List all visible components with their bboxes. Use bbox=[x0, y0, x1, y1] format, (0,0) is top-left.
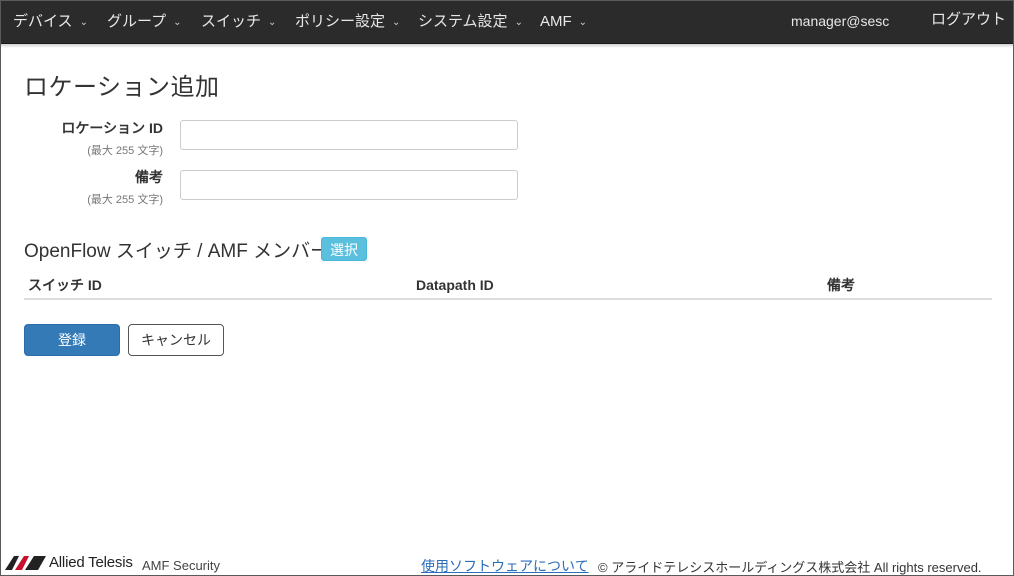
remarks-input[interactable] bbox=[180, 170, 518, 200]
nav-menu-amf[interactable]: AMF ⌄ bbox=[540, 1, 587, 44]
current-user: manager@sesc bbox=[791, 13, 890, 29]
register-button[interactable]: 登録 bbox=[24, 324, 120, 356]
chevron-down-icon: ⌄ bbox=[514, 17, 523, 28]
select-members-button[interactable]: 選択 bbox=[321, 237, 367, 261]
chevron-down-icon: ⌄ bbox=[578, 17, 588, 28]
remarks-label-text: 備考 bbox=[135, 169, 163, 185]
brand-name: Allied Telesis bbox=[49, 554, 133, 571]
column-header-switch-id[interactable]: スイッチ ID bbox=[28, 275, 102, 295]
location-id-input[interactable] bbox=[180, 120, 518, 150]
cancel-button[interactable]: キャンセル bbox=[128, 324, 224, 356]
nav-menu-devices[interactable]: デバイス ⌄ bbox=[13, 1, 88, 44]
nav-menu-groups[interactable]: グループ ⌄ bbox=[107, 1, 182, 44]
software-info-link[interactable]: 使用ソフトウェアについて bbox=[421, 556, 589, 576]
logout-link[interactable]: ログアウト bbox=[931, 1, 1006, 44]
nav-menu-label: スイッチ bbox=[201, 13, 262, 30]
nav-menu-label: システム設定 bbox=[418, 13, 508, 30]
chevron-down-icon: ⌄ bbox=[268, 17, 277, 28]
chevron-down-icon: ⌄ bbox=[79, 17, 88, 28]
allied-telesis-logo-icon bbox=[5, 556, 46, 570]
location-id-hint: (最大 255 文字) bbox=[87, 145, 163, 157]
chevron-down-icon: ⌄ bbox=[392, 17, 401, 28]
nav-menu-system-settings[interactable]: システム設定 ⌄ bbox=[418, 1, 523, 44]
location-id-label: ロケーション ID (最大 255 文字) bbox=[23, 118, 163, 158]
column-header-datapath-id[interactable]: Datapath ID bbox=[416, 277, 494, 293]
remarks-label: 備考 (最大 255 文字) bbox=[23, 167, 163, 207]
nav-menu-label: デバイス bbox=[13, 13, 73, 30]
nav-menu-policy-settings[interactable]: ポリシー設定 ⌄ bbox=[295, 1, 400, 44]
nav-menu-label: ポリシー設定 bbox=[295, 13, 386, 30]
page-title: ロケーション追加 bbox=[24, 74, 220, 101]
chevron-down-icon: ⌄ bbox=[173, 17, 182, 28]
top-navbar: デバイス ⌄ グループ ⌄ スイッチ ⌄ ポリシー設定 ⌄ システム設定 ⌄ AMF ⌄ m… bbox=[1, 1, 1013, 44]
nav-menu-label: AMF bbox=[540, 13, 572, 30]
copyright-text: © アライドテレシスホールディングス株式会社 All rights reserv… bbox=[598, 560, 982, 575]
nav-menu-switches[interactable]: スイッチ ⌄ bbox=[201, 1, 276, 44]
nav-menu-label: グループ bbox=[107, 13, 167, 30]
location-id-label-text: ロケーション ID bbox=[61, 120, 163, 136]
table-header-divider bbox=[24, 298, 992, 300]
navbar-shadow bbox=[1, 44, 1013, 48]
column-header-remarks[interactable]: 備考 bbox=[827, 275, 855, 295]
remarks-hint: (最大 255 文字) bbox=[87, 194, 163, 206]
members-section-title: OpenFlow スイッチ / AMF メンバー bbox=[24, 241, 330, 262]
product-name: AMF Security bbox=[142, 558, 221, 573]
